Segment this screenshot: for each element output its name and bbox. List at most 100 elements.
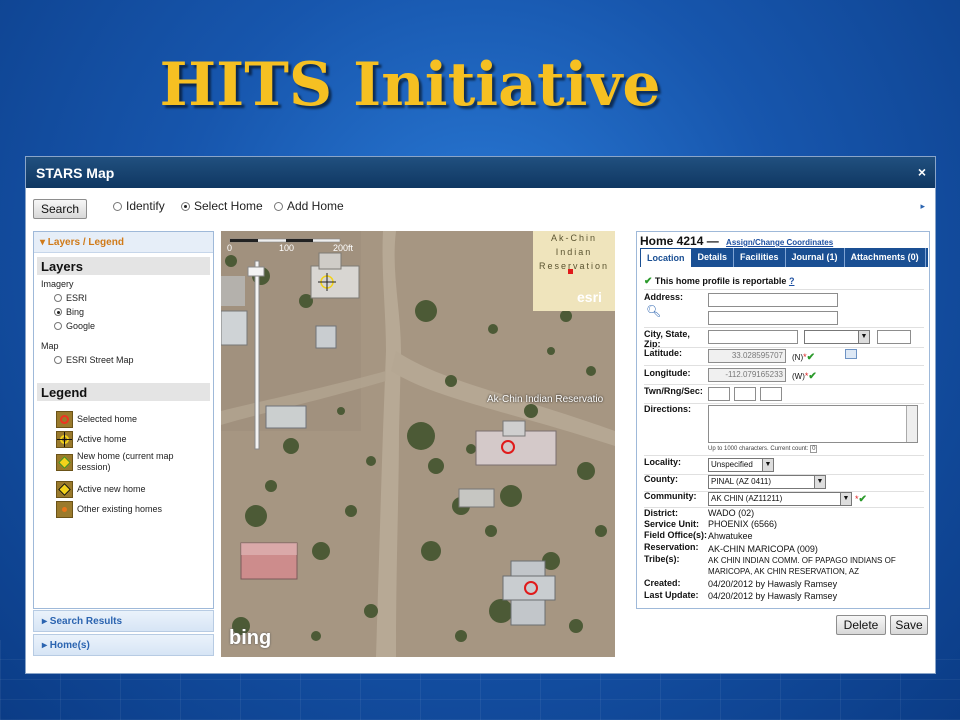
mode-identify[interactable]: Identify [113, 199, 165, 213]
imagery-option-esri[interactable]: ESRI [54, 292, 213, 303]
service-unit-label: Service Unit: [644, 519, 700, 529]
window-titlebar: STARS Map × [26, 157, 935, 188]
selected-home-icon [56, 411, 73, 428]
address-line2-input[interactable] [708, 311, 838, 325]
reservation-label: Reservation: [644, 542, 699, 552]
imagery-label: Imagery [41, 279, 74, 289]
locality-label: Locality: [644, 457, 682, 467]
field-office-value: Ahwatukee [708, 531, 753, 541]
bing-logo: bing [229, 627, 272, 649]
tab-attachments[interactable]: Attachments (0) [845, 248, 926, 267]
radio-selected-icon [181, 201, 190, 211]
legend-item: Active home [56, 431, 213, 451]
search-button[interactable]: Search [33, 199, 87, 219]
other-home-icon [56, 501, 73, 518]
aerial-map[interactable]: 0 100 200ft Ak-Chin Indian Reservation e… [221, 231, 615, 657]
home-tabs: Location Details Facilities Journal (1) … [640, 248, 928, 267]
community-valid-icon: *✔ [855, 494, 867, 505]
created-value: 04/20/2012 by Hawasly Ramsey [708, 579, 838, 589]
tab-facilities[interactable]: Facilities [734, 248, 786, 267]
reportable-notice: ✔ This home profile is reportable ? [644, 276, 795, 287]
address-label: Address: [644, 292, 684, 302]
address-line1-input[interactable] [708, 293, 838, 307]
slide-title: HITS Initiative [159, 50, 661, 120]
layers-legend-header[interactable]: ▾ Layers / Legend [34, 232, 213, 253]
stars-map-window: STARS Map × Search Identify Select Home … [25, 156, 936, 674]
magnifier-icon[interactable]: 🔍︎ [646, 304, 661, 318]
tab-journal[interactable]: Journal (1) [786, 248, 845, 267]
community-select[interactable]: AK CHIN (AZ11211) ▼ [708, 492, 852, 506]
close-icon[interactable]: × [918, 164, 926, 180]
new-home-icon [56, 454, 73, 471]
longitude-input[interactable]: -112.079165233 [708, 368, 786, 382]
range-input[interactable] [734, 387, 756, 401]
radio-icon [113, 201, 122, 211]
tribe-value-line2: MARICOPA, AK CHIN RESERVATION, AZ [708, 567, 859, 576]
legend-item: New home (current map session) [56, 451, 213, 481]
tribe-value-line1: AK CHIN INDIAN COMM. OF PAPAGO INDIANS O… [708, 556, 896, 565]
mode-select-home[interactable]: Select Home [181, 199, 263, 213]
aerial-imagery [221, 231, 615, 657]
legend-heading: Legend [37, 383, 210, 401]
state-select[interactable]: ▼ [804, 330, 870, 344]
directions-label: Directions: [644, 404, 692, 414]
layers-heading: Layers [37, 257, 210, 275]
map-option-esri-street[interactable]: ESRI Street Map [54, 354, 213, 365]
scale-label-100: 100 [279, 243, 295, 253]
tribe-label: Tribe(s): [644, 554, 680, 564]
scale-label-0: 0 [227, 243, 233, 253]
esri-logo: esri [577, 289, 602, 305]
zip-input[interactable] [877, 330, 911, 344]
map-label: Map [41, 341, 59, 351]
check-icon: ✔ [644, 276, 653, 287]
active-home-icon [56, 431, 73, 448]
district-value: WADO (02) [708, 508, 755, 518]
expand-arrow-icon[interactable]: ▸ [920, 201, 925, 212]
home-title: Home 4214 — Assign/Change Coordinates [640, 234, 834, 248]
reservation-value: AK-CHIN MARICOPA (009) [708, 544, 818, 554]
legend-item: Selected home [56, 411, 213, 431]
created-label: Created: [644, 578, 681, 588]
directions-char-count: Up to 1000 characters. Current count: 0 [708, 445, 818, 453]
assign-coordinates-link[interactable]: Assign/Change Coordinates [726, 238, 833, 247]
save-button[interactable]: Save [890, 615, 928, 635]
delete-button[interactable]: Delete [836, 615, 886, 635]
county-label: County: [644, 474, 678, 484]
coordinates-form-icon[interactable] [845, 349, 857, 359]
active-new-home-icon [56, 481, 73, 498]
imagery-option-google[interactable]: Google [54, 320, 213, 331]
scale-label-200: 200ft [333, 243, 354, 253]
latitude-input[interactable]: 33.028595707 [708, 349, 786, 363]
reservation-map-label: Ak-Chin Indian Reservatio [487, 394, 604, 405]
tab-details[interactable]: Details [692, 248, 735, 267]
help-link[interactable]: ? [789, 276, 795, 286]
legend-item: Other existing homes [56, 501, 213, 521]
tab-location[interactable]: Location [640, 248, 692, 267]
township-input[interactable] [708, 387, 730, 401]
service-unit-value: PHOENIX (6566) [708, 519, 778, 529]
last-update-label: Last Update: [644, 590, 699, 600]
locality-select[interactable]: Unspecified ▼ [708, 458, 774, 472]
search-results-tab[interactable]: ▸ Search Results [33, 610, 214, 632]
mode-add-home[interactable]: Add Home [274, 199, 344, 213]
longitude-label: Longitude: [644, 368, 691, 378]
window-title: STARS Map [36, 165, 115, 181]
homes-tab[interactable]: ▸ Home(s) [33, 634, 214, 656]
lat-direction: (N)*✔ [792, 352, 816, 363]
city-input[interactable] [708, 330, 798, 344]
field-office-label: Field Office(s): [644, 530, 708, 540]
layers-legend-panel: ▾ Layers / Legend Layers Imagery ESRI Bi… [33, 231, 214, 609]
community-label: Community: [644, 491, 697, 501]
city-label: City, State, Zip: [644, 329, 690, 349]
lon-direction: (W)*✔ [792, 371, 817, 382]
imagery-option-bing[interactable]: Bing [54, 306, 213, 317]
section-input[interactable] [760, 387, 782, 401]
home-details-panel: Home 4214 — Assign/Change Coordinates Lo… [636, 231, 930, 609]
radio-icon [274, 201, 283, 211]
last-update-value: 04/20/2012 by Hawasly Ramsey [708, 591, 838, 601]
latitude-label: Latitude: [644, 348, 682, 358]
twn-rng-sec-label: Twn/Rng/Sec: [644, 386, 703, 396]
layers-legend-toggle: ▾ Layers / Legend [40, 237, 124, 248]
county-select[interactable]: PINAL (AZ 0411) ▼ [708, 475, 826, 489]
directions-textarea[interactable] [708, 405, 918, 443]
